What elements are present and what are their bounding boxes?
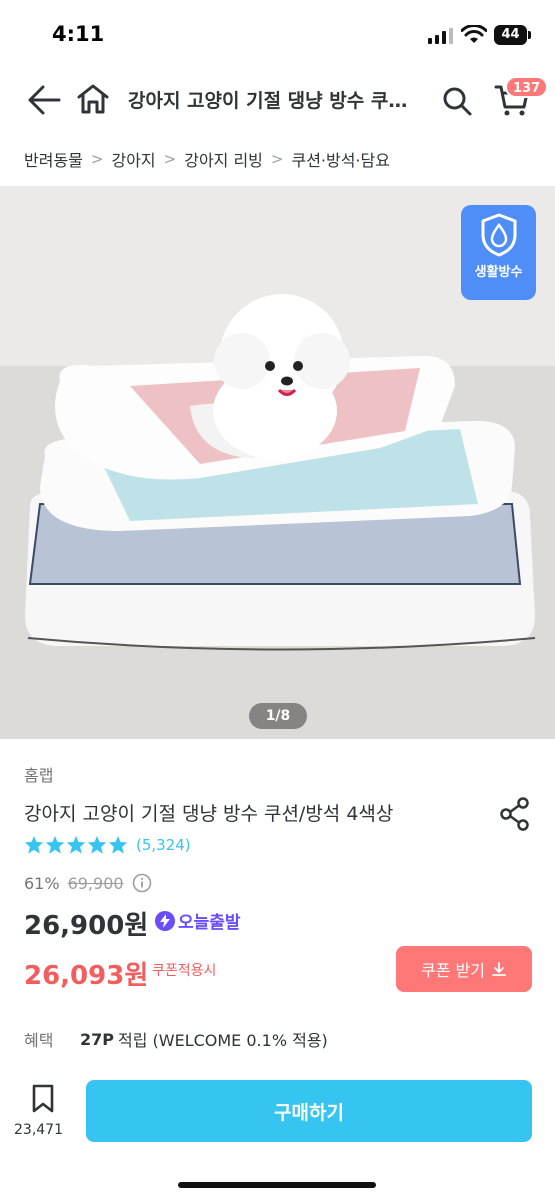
page-title: 강아지 고양이 기절 댕냥 방수 쿠…: [128, 90, 408, 112]
chevron-right-icon: >: [163, 150, 177, 168]
coupon-applied-label: 쿠폰적용시: [152, 963, 217, 979]
download-icon: [492, 962, 506, 976]
discount-percent: 61%: [24, 873, 60, 893]
breadcrumb-item-dog-living[interactable]: 강아지 리빙: [184, 147, 263, 171]
rating[interactable]: (5,324): [24, 835, 191, 854]
bookmark-button[interactable]: [24, 1084, 62, 1114]
bottom-action-bar: 23,471 구매하기: [0, 1068, 555, 1200]
waterproof-badge: 생활방수: [461, 205, 536, 300]
star-icon: [108, 835, 128, 854]
benefit-text: 적립 (WELCOME 0.1% 적용): [118, 1031, 328, 1050]
discount-row: 61% 69,900: [24, 873, 152, 893]
search-icon: [443, 87, 472, 116]
breadcrumb-item-cushion[interactable]: 쿠션·방석·담요: [291, 147, 390, 171]
buy-button[interactable]: 구매하기: [86, 1080, 532, 1142]
home-button[interactable]: [72, 78, 114, 120]
sale-price: 26,900원: [24, 911, 149, 941]
breadcrumb-item-pets[interactable]: 반려동물: [24, 147, 83, 171]
coupon-price: 26,093원: [24, 961, 149, 991]
benefit-label: 혜택: [24, 1031, 54, 1050]
share-icon: [500, 797, 529, 831]
info-icon[interactable]: [132, 873, 152, 893]
get-coupon-button[interactable]: 쿠폰 받기: [396, 946, 532, 992]
star-icon: [87, 835, 107, 854]
star-icon: [45, 835, 65, 854]
review-count[interactable]: (5,324): [136, 836, 191, 854]
bookmark-icon: [32, 1084, 54, 1113]
waterproof-badge-label: 생활방수: [474, 265, 523, 280]
shield-water-icon: [481, 213, 516, 257]
battery-tip: [528, 31, 531, 39]
breadcrumb: 반려동물 > 강아지 > 강아지 리빙 > 쿠션·방석·담요: [24, 145, 390, 173]
chevron-right-icon: >: [90, 150, 104, 168]
wifi-icon: [461, 25, 487, 43]
original-price: 69,900: [67, 873, 124, 893]
chevron-right-icon: >: [270, 150, 284, 168]
battery-icon: 44: [494, 25, 527, 45]
status-time: 4:11: [52, 22, 105, 46]
today-delivery-badge: 오늘출발: [155, 908, 241, 933]
lightning-icon: [155, 910, 175, 931]
share-button[interactable]: [497, 796, 533, 832]
image-counter: 1/8: [249, 703, 307, 729]
brand-name[interactable]: 홈랩: [24, 762, 53, 786]
product-name: 강아지 고양이 기절 댕냥 방수 쿠션/방석 4색상: [24, 803, 394, 825]
benefit-row: 혜택 27P 적립 (WELCOME 0.1% 적용): [24, 1027, 328, 1051]
home-icon: [77, 84, 109, 114]
breadcrumb-item-dog[interactable]: 강아지: [111, 147, 155, 171]
search-button[interactable]: [436, 80, 478, 122]
back-button[interactable]: [24, 80, 64, 120]
status-bar: 4:11 44: [0, 0, 555, 70]
star-icon: [24, 835, 44, 854]
bookmark-count: 23,471: [14, 1122, 63, 1138]
rating-stars: [24, 835, 128, 854]
today-delivery-label: 오늘출발: [178, 913, 241, 933]
home-indicator: [178, 1182, 376, 1188]
star-icon: [66, 835, 86, 854]
cellular-signal-icon: [428, 28, 453, 44]
arrow-left-icon: [28, 85, 61, 115]
cart-count-badge: 137: [505, 76, 549, 98]
get-coupon-label: 쿠폰 받기: [421, 961, 485, 980]
top-nav: 강아지 고양이 기절 댕냥 방수 쿠…: [0, 70, 555, 130]
benefit-points: 27P: [80, 1029, 114, 1049]
